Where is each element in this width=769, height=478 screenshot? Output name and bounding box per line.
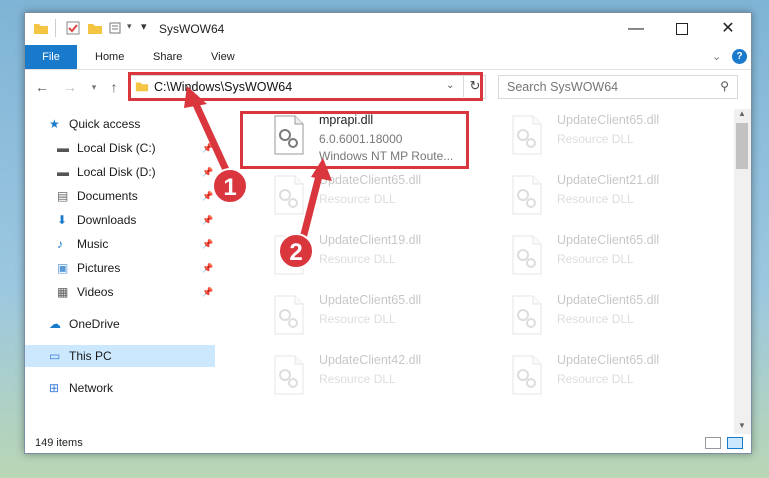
arrow-1-head [184,86,207,108]
step-2-badge: 2 [278,233,314,269]
arrow-2-head [311,158,332,181]
step-1-badge: 1 [212,168,248,204]
annotation-arrows [184,86,332,254]
